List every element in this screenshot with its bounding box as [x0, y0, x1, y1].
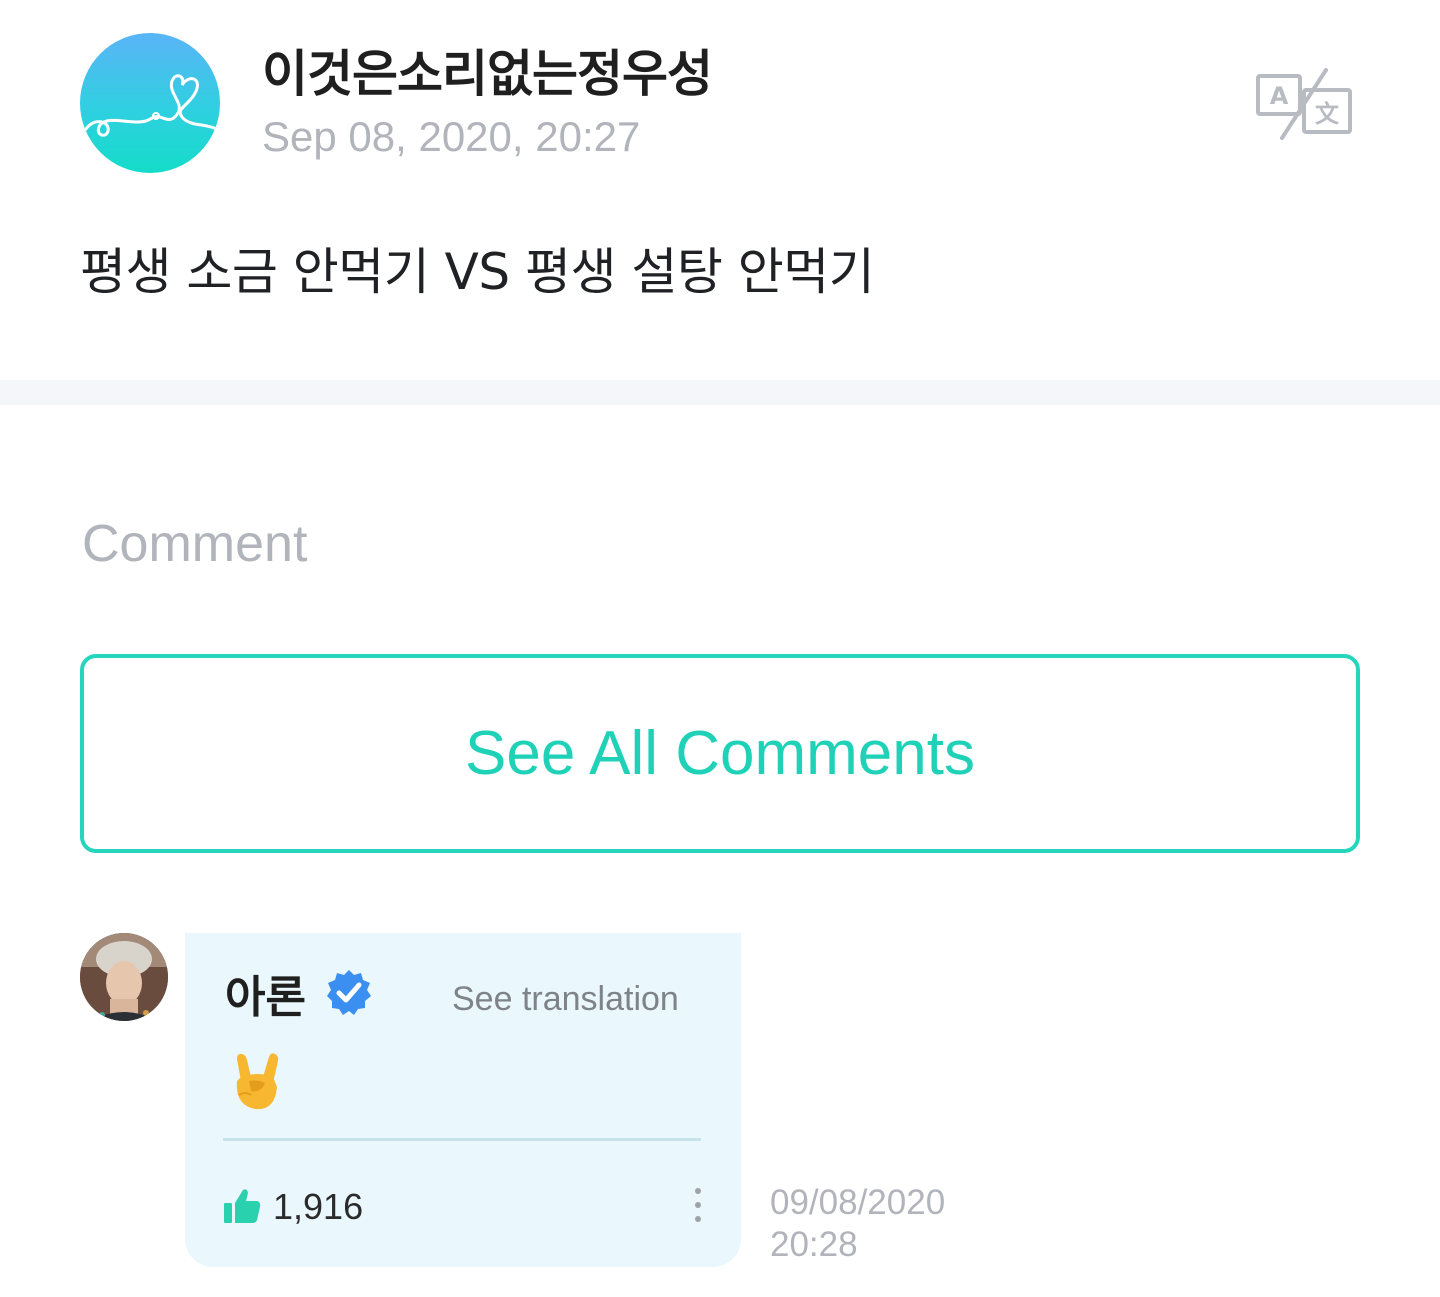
translate-icon[interactable]: A 文 [1252, 66, 1360, 142]
comment-bubble: 아론 See translation 1,916 [185, 933, 741, 1267]
more-options-icon[interactable] [685, 1187, 711, 1223]
comment-heading: Comment [82, 515, 308, 573]
section-divider [0, 380, 1440, 405]
sign-of-the-horns-emoji [229, 1051, 285, 1113]
post-date: Sep 08, 2020, 20:27 [262, 113, 641, 160]
comment-time: 20:28 [770, 1225, 858, 1264]
comment-separator [223, 1138, 701, 1141]
like-count: 1,916 [273, 1186, 364, 1227]
commenter-avatar[interactable] [80, 933, 168, 1021]
verified-badge-icon [325, 968, 373, 1016]
author-avatar[interactable] [80, 33, 220, 173]
comment-timestamp: 09/08/2020 20:28 [770, 1182, 945, 1266]
post-body: 평생 소금 안먹기 VS 평생 설탕 안먹기 [80, 243, 875, 301]
see-all-comments-button[interactable]: See All Comments [80, 654, 1360, 853]
svg-text:文: 文 [1315, 100, 1340, 128]
commenter-name[interactable]: 아론 [225, 961, 306, 1025]
post-header: 이것은소리없는정우성 Sep 08, 2020, 20:27 A 文 [0, 0, 1440, 200]
comment-date: 09/08/2020 [770, 1183, 946, 1222]
see-all-comments-label: See All Comments [465, 719, 975, 788]
heart-line-icon [84, 74, 218, 137]
author-name[interactable]: 이것은소리없는정우성 [262, 34, 713, 106]
see-translation-link[interactable]: See translation [452, 980, 679, 1019]
svg-text:A: A [1270, 82, 1289, 110]
thumbs-up-icon[interactable] [223, 1187, 261, 1225]
